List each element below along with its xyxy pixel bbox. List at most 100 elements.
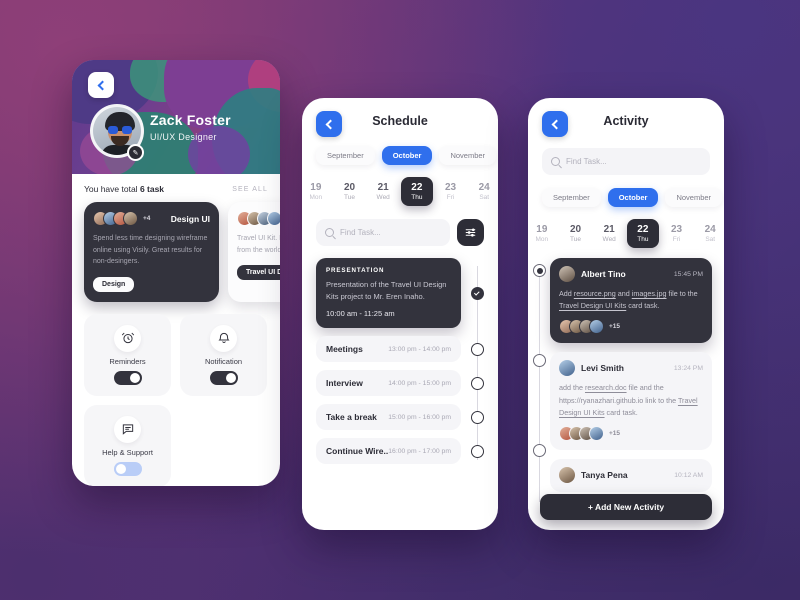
schedule-card[interactable]: PRESENTATION Presentation of the Travel … — [316, 258, 461, 328]
see-all-link[interactable]: SEE ALL — [232, 186, 268, 193]
schedule-time: 10:00 am - 11:25 am — [326, 309, 395, 318]
task-card[interactable]: + Travel UI Kit. Inspir illustrations, a… — [228, 202, 280, 302]
timeline-node[interactable] — [471, 376, 484, 390]
schedule-card[interactable]: Interview 14:00 pm - 15:00 pm — [316, 370, 461, 396]
activity-card-tanya-pena[interactable]: Tanya Pena 10:12 AM — [550, 459, 712, 493]
day-21[interactable]: 21 Wed — [367, 177, 399, 206]
filter-button[interactable] — [457, 219, 484, 246]
schedule-item-continue-wireframe[interactable]: Continue Wire.. 16:00 pm - 17:00 pm — [316, 438, 484, 464]
back-button-profile[interactable] — [88, 72, 114, 98]
day-20[interactable]: 20 Tue — [560, 219, 592, 248]
schedule-item-take-a-break[interactable]: Take a break 15:00 pm - 16:00 pm — [316, 404, 484, 430]
day-22[interactable]: 22 Thu — [401, 177, 433, 206]
day-number: 21 — [603, 224, 615, 235]
profile-name: Zack Foster — [150, 112, 231, 128]
timeline-node[interactable] — [471, 342, 484, 356]
avatar — [267, 211, 280, 226]
month-tab-september[interactable]: September — [316, 146, 375, 165]
toggle-notification[interactable] — [209, 370, 238, 385]
month-tab-november[interactable]: November — [665, 188, 723, 207]
day-24[interactable]: 24 Sat — [694, 219, 724, 248]
day-strip-activity[interactable]: 19 Mon 20 Tue 21 Wed 22 Thu 23 Fri 24 Sa… — [528, 219, 724, 248]
day-label: Sat — [705, 236, 716, 243]
task-card[interactable]: +4 Design UI Spend less time designing w… — [84, 202, 219, 302]
schedule-item-interview[interactable]: Interview 14:00 pm - 15:00 pm — [316, 370, 484, 396]
month-tabs-schedule[interactable]: September October November De — [302, 146, 498, 165]
text-part: card task. — [604, 407, 638, 417]
schedule-description: Presentation of the Travel UI Design Kit… — [326, 280, 447, 301]
toggle-help-support[interactable] — [113, 461, 142, 476]
avatar — [123, 211, 138, 226]
day-20[interactable]: 20 Tue — [334, 177, 366, 206]
search-placeholder: Find Task... — [566, 157, 607, 166]
chat-bubble-icon — [114, 415, 141, 443]
task-card-button[interactable]: Design — [93, 276, 135, 292]
search-input-schedule[interactable]: Find Task... — [316, 219, 450, 246]
schedule-item-presentation[interactable]: PRESENTATION Presentation of the Travel … — [316, 258, 484, 328]
day-22[interactable]: 22 Thu — [627, 219, 659, 248]
day-number: 22 — [637, 224, 649, 235]
add-new-activity-button[interactable]: + Add New Activity — [540, 494, 712, 520]
day-number: 22 — [411, 182, 423, 193]
schedule-list: PRESENTATION Presentation of the Travel … — [302, 258, 498, 464]
activity-user-name: Tanya Pena — [581, 470, 628, 481]
activity-card-header: Tanya Pena 10:12 AM — [559, 467, 703, 484]
schedule-card[interactable]: Meetings 13:00 pm - 14:00 pm — [316, 336, 461, 362]
day-21[interactable]: 21 Wed — [593, 219, 625, 248]
timeline-node[interactable] — [471, 444, 484, 458]
day-label: Thu — [637, 236, 649, 243]
search-icon — [551, 157, 560, 166]
day-strip-schedule[interactable]: 19 Mon 20 Tue 21 Wed 22 Thu 23 Fri 24 Sa… — [302, 177, 498, 206]
day-19[interactable]: 19 Mon — [302, 177, 332, 206]
day-23[interactable]: 23 Fri — [661, 219, 693, 248]
month-tab-september[interactable]: September — [542, 188, 601, 207]
text-link[interactable]: research.doc — [585, 383, 627, 392]
activity-search-row: Find Task... — [528, 148, 724, 175]
search-input-activity[interactable]: Find Task... — [542, 148, 710, 175]
avatar — [559, 266, 575, 282]
activity-card-header: Levi Smith 13:24 PM — [559, 360, 703, 377]
timeline-dot-active[interactable] — [533, 264, 546, 277]
schedule-item-meetings[interactable]: Meetings 13:00 pm - 14:00 pm — [316, 336, 484, 362]
month-tabs-activity[interactable]: September October November De — [528, 188, 724, 207]
day-label: Fri — [446, 194, 455, 201]
schedule-card[interactable]: Take a break 15:00 pm - 16:00 pm — [316, 404, 461, 430]
tile-reminders[interactable]: Reminders — [84, 313, 171, 396]
activity-timestamp: 15:45 PM — [673, 270, 703, 278]
avatar — [589, 426, 604, 442]
activity-timestamp: 13:24 PM — [673, 364, 703, 372]
text-link[interactable]: resource.png — [574, 289, 616, 298]
month-tab-october[interactable]: October — [381, 146, 433, 165]
day-24[interactable]: 24 Sat — [468, 177, 498, 206]
tile-notification[interactable]: Notification — [180, 313, 267, 396]
activity-user-name: Albert Tino — [581, 269, 626, 279]
day-23[interactable]: 23 Fri — [435, 177, 467, 206]
task-card-description: Travel UI Kit. Inspir illustrations, and… — [237, 235, 280, 254]
text-link[interactable]: images.jpg — [632, 289, 667, 298]
activity-card-levi-smith[interactable]: Levi Smith 13:24 PM add the research.doc… — [550, 352, 712, 451]
tile-help-support[interactable]: Help & Support — [84, 404, 171, 486]
month-tab-november[interactable]: November — [439, 146, 497, 165]
task-card-button[interactable]: Travel UI Des — [237, 265, 280, 281]
tile-label: Help & Support — [102, 447, 153, 457]
page-title: Activity — [603, 114, 649, 128]
timeline-dot[interactable] — [533, 444, 546, 457]
avatar — [589, 319, 604, 335]
schedule-name: Interview — [326, 378, 363, 388]
avatar — [559, 360, 575, 377]
day-19[interactable]: 19 Mon — [528, 219, 558, 248]
day-number: 24 — [478, 182, 490, 193]
month-tab-october[interactable]: October — [607, 188, 659, 207]
timeline-node-done[interactable] — [471, 286, 484, 300]
pencil-icon[interactable]: ✎ — [127, 144, 144, 161]
day-label: Tue — [570, 236, 581, 243]
text-link[interactable]: Travel Design UI Kits — [559, 301, 626, 310]
profile-role: UI/UX Designer — [150, 132, 217, 142]
timeline-dot[interactable] — [533, 354, 546, 367]
task-card-carousel[interactable]: +4 Design UI Spend less time designing w… — [84, 202, 280, 302]
schedule-card[interactable]: Continue Wire.. 16:00 pm - 17:00 pm — [316, 438, 461, 464]
toggle-reminders[interactable] — [113, 370, 142, 385]
activity-card-albert-tino[interactable]: Albert Tino 15:45 PM Add resource.png an… — [550, 258, 712, 344]
alarm-clock-icon — [114, 324, 141, 352]
timeline-node[interactable] — [471, 410, 484, 424]
